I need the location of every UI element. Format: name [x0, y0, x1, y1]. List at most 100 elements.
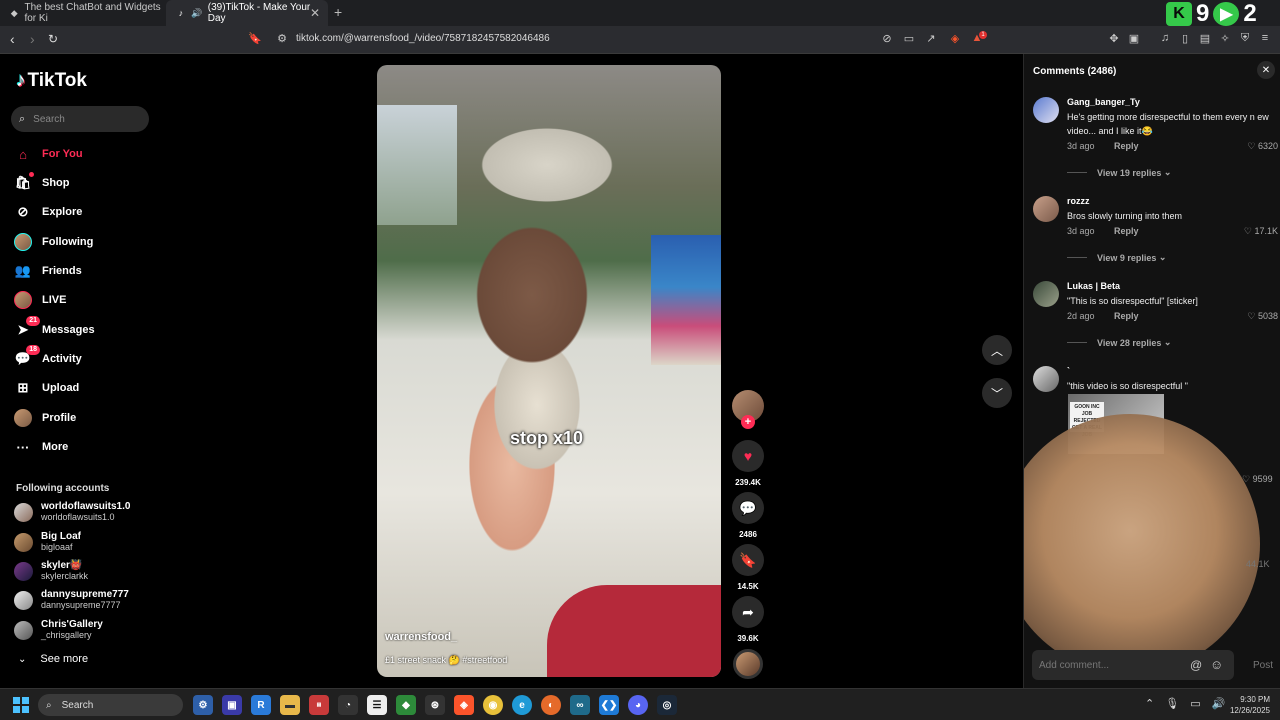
media-icon[interactable]: ♫	[1158, 32, 1172, 46]
nav-profile[interactable]: Profile	[14, 407, 76, 429]
back-icon[interactable]: ‹	[10, 31, 15, 47]
browser-tab-chatbot[interactable]: ◆ The best ChatBot and Widgets for Ki	[0, 0, 162, 26]
brave-shield-icon[interactable]: ◈	[948, 32, 962, 46]
share-arrow-icon[interactable]: ➦	[732, 596, 764, 628]
file-explorer-icon[interactable]: ▬	[280, 695, 300, 715]
comment-input[interactable]: Add comment...	[1032, 650, 1234, 680]
mention-icon[interactable]: @	[1190, 658, 1202, 672]
app-icon[interactable]: ◆	[396, 695, 416, 715]
microphone-icon[interactable]: 🎙	[1165, 697, 1179, 710]
nav-messages[interactable]: ➤ 21 Messages	[14, 316, 95, 341]
menu-icon[interactable]: ≡	[1258, 32, 1272, 46]
account-item[interactable]: worldoflawsuits1.0 worldoflawsuits1.0	[14, 499, 130, 525]
nav-live[interactable]: LIVE	[14, 289, 66, 311]
emoji-icon[interactable]: ☺	[1210, 657, 1223, 672]
nav-explore[interactable]: ⊘ Explore	[14, 201, 83, 223]
clock[interactable]: 9:30 PM 12/26/2025	[1222, 694, 1270, 716]
bookmark-icon[interactable]: 🔖	[732, 544, 764, 576]
follow-plus-icon[interactable]: +	[741, 415, 755, 429]
save-action[interactable]: 🔖 14.5K	[731, 544, 765, 591]
reply-button[interactable]: Reply	[1114, 311, 1139, 321]
avatar[interactable]	[1033, 366, 1059, 392]
next-video-button[interactable]: ﹀	[982, 378, 1012, 408]
app-icon[interactable]: ◔	[338, 695, 358, 715]
nav-activity[interactable]: 💬 18 Activity	[14, 345, 82, 370]
comment-like[interactable]: ♡ 17.1K	[1244, 226, 1278, 237]
comment-action[interactable]: 💬 2486	[731, 492, 765, 539]
like-action[interactable]: ♥ 239.4K	[731, 440, 765, 487]
comment-like[interactable]: ♡ 6320	[1247, 141, 1278, 152]
brave-icon[interactable]: ◈	[454, 695, 474, 715]
avatar[interactable]	[1033, 196, 1059, 222]
heart-icon[interactable]: ♥	[732, 440, 764, 472]
comment-user[interactable]: rozzz	[1067, 196, 1090, 206]
bookmark-icon[interactable]: 🔖	[248, 32, 262, 46]
play-icon[interactable]: ▶	[1213, 2, 1240, 26]
nav-shop[interactable]: 🛍 Shop	[14, 172, 70, 194]
wallet-icon[interactable]: ▤	[1198, 32, 1212, 46]
edge-icon[interactable]: e	[512, 695, 532, 715]
nav-following[interactable]: Following	[14, 231, 93, 253]
firefox-icon[interactable]: ◐	[541, 695, 561, 715]
video-player[interactable]	[377, 65, 721, 677]
vscode-icon[interactable]: ❮❯	[599, 695, 619, 715]
account-item[interactable]: dannysupreme777 dannysupreme7777	[14, 587, 129, 613]
mute-icon[interactable]: ⊘	[880, 32, 894, 46]
view-replies-button[interactable]: View 28 replies ⌄	[1067, 337, 1171, 348]
share-icon[interactable]: ↗	[924, 32, 938, 46]
chrome-icon[interactable]: ◉	[483, 695, 503, 715]
music-disc-icon[interactable]	[733, 649, 763, 679]
url-field[interactable]: tiktok.com/@warrensfood_/video/758718245…	[296, 33, 550, 44]
kick-icon[interactable]: K	[1166, 2, 1192, 26]
search-input[interactable]: ⌕ Search	[11, 106, 149, 132]
tray-overflow-icon[interactable]: ⌃	[1145, 697, 1154, 710]
previous-video-button[interactable]: ︿	[982, 335, 1012, 365]
video-caption[interactable]: £1 street snack 🤔 #streetfood	[385, 655, 507, 666]
vpn-icon[interactable]: ⛨	[1238, 32, 1252, 46]
network-icon[interactable]: ▭	[1190, 697, 1200, 710]
screenshot-icon[interactable]: ▣	[1127, 32, 1141, 46]
avatar[interactable]	[1033, 281, 1059, 307]
audio-playing-icon[interactable]: 🔊	[191, 8, 202, 18]
leo-icon[interactable]: ✧	[1218, 32, 1232, 46]
new-tab-button[interactable]: +	[334, 4, 342, 20]
close-icon[interactable]: ✕	[1257, 61, 1275, 79]
discord-icon[interactable]: ◕	[628, 695, 648, 715]
start-windows-icon[interactable]	[13, 697, 29, 713]
reload-icon[interactable]: ↻	[48, 32, 58, 46]
nav-more[interactable]: ··· More	[14, 436, 69, 458]
view-replies-button[interactable]: View 19 replies ⌄	[1067, 167, 1171, 178]
post-button[interactable]: Post	[1253, 660, 1273, 671]
nav-for-you[interactable]: ⌂ For You	[14, 143, 82, 165]
reply-button[interactable]: Reply	[1114, 141, 1139, 151]
browser-tab-tiktok[interactable]: ♪ 🔊 (39)TikTok - Make Your Day ✕	[166, 0, 328, 26]
app-icon[interactable]: ⚙	[193, 695, 213, 715]
app-icon[interactable]: ⊛	[425, 695, 445, 715]
tiktok-logo[interactable]: ♪ TikTok	[16, 70, 87, 92]
extensions-icon[interactable]: ✥	[1107, 32, 1121, 46]
sidebar-toggle-icon[interactable]: ▯	[1178, 32, 1192, 46]
app-icon[interactable]: ∞	[570, 695, 590, 715]
view-replies-button[interactable]: View 9 replies ⌄	[1067, 252, 1166, 263]
account-item[interactable]: Chris'Gallery _chrisgallery	[14, 617, 103, 643]
tab-close-icon[interactable]: ✕	[310, 6, 320, 20]
site-settings-icon[interactable]: ⚙	[275, 32, 289, 46]
nav-friends[interactable]: 👥 Friends	[14, 260, 82, 282]
account-item[interactable]: skyler👹 skylerclarkk	[14, 558, 88, 584]
comment-user[interactable]: Gang_banger_Ty	[1067, 97, 1140, 107]
comment-icon[interactable]: 💬	[732, 492, 764, 524]
forward-icon[interactable]: ›	[30, 31, 35, 47]
taskbar-search[interactable]: ⌕ Search	[38, 694, 183, 716]
comment-like[interactable]: ♡ 9599	[1242, 474, 1273, 485]
share-action[interactable]: ➦ 39.6K	[731, 596, 765, 643]
comment-user[interactable]: Lukas | Beta	[1067, 281, 1120, 291]
app-icon[interactable]: ▣	[222, 695, 242, 715]
steam-icon[interactable]: ◎	[657, 695, 677, 715]
app-icon[interactable]: ☰	[367, 695, 387, 715]
video-author[interactable]: warrensfood_	[385, 631, 457, 643]
cast-icon[interactable]: ▭	[902, 32, 916, 46]
nav-upload[interactable]: ⊞ Upload	[14, 377, 80, 399]
app-icon[interactable]: ▤	[309, 695, 329, 715]
comment-like[interactable]: ♡ 5038	[1247, 311, 1278, 322]
reply-button[interactable]: Reply	[1114, 226, 1139, 236]
